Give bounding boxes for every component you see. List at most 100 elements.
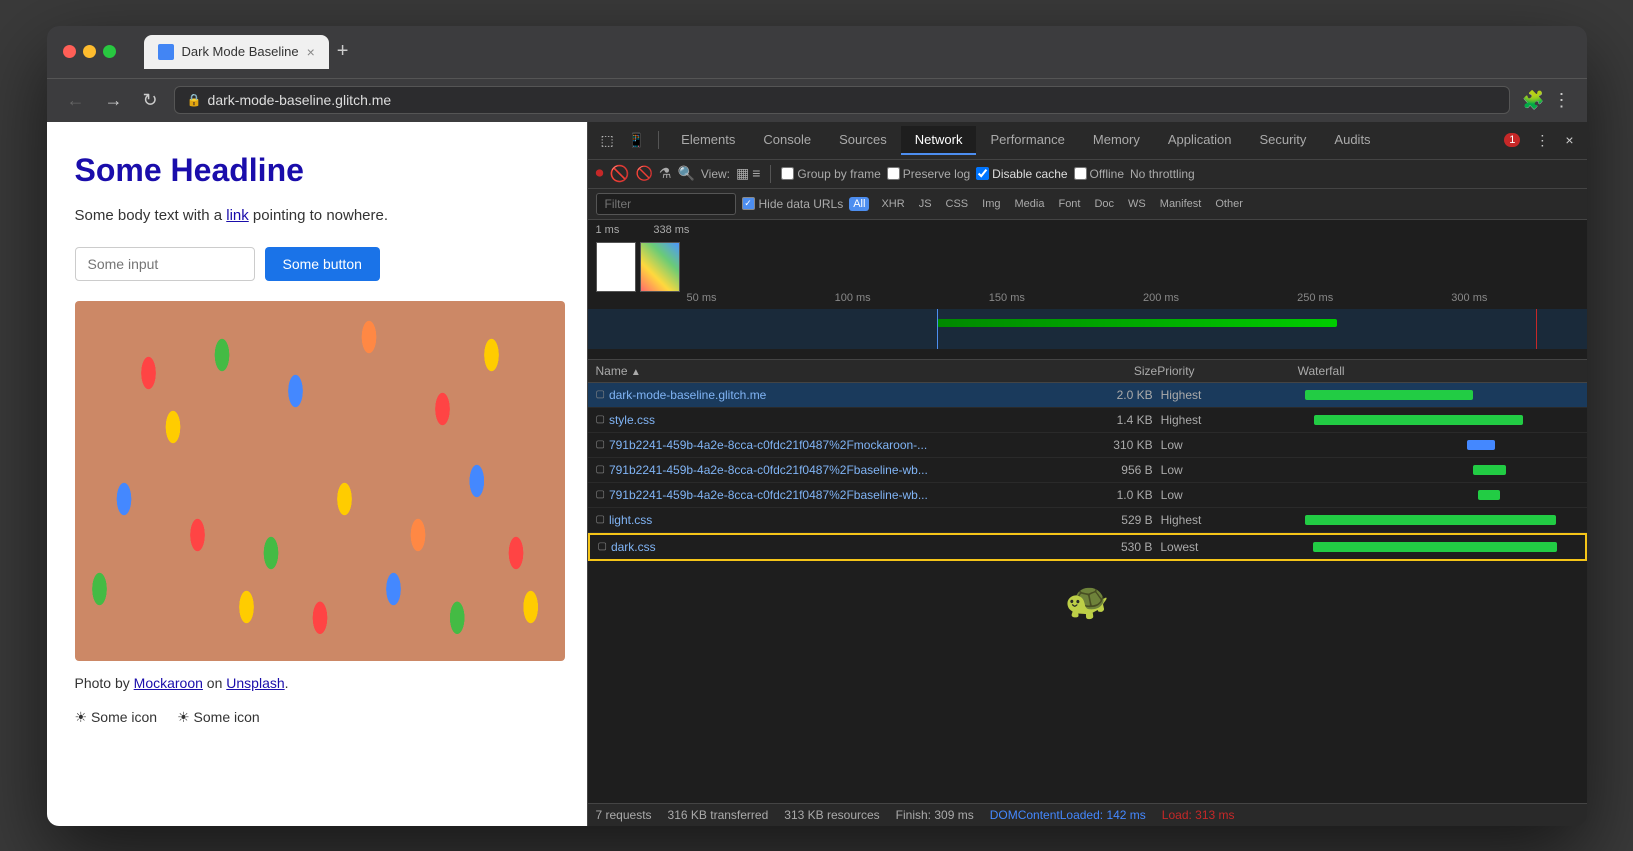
grid-view-icon[interactable]: ▦ xyxy=(736,165,749,182)
hide-data-urls-checkbox[interactable]: ✓ xyxy=(742,197,755,210)
row-waterfall-2 xyxy=(1300,436,1579,454)
table-row[interactable]: ▢ 791b2241-459b-4a2e-8cca-c0fdc21f0487%2… xyxy=(588,458,1587,483)
preserve-log-label[interactable]: Preserve log xyxy=(887,167,970,181)
tab-elements[interactable]: Elements xyxy=(667,126,749,155)
tab-console[interactable]: Console xyxy=(749,126,825,155)
col-waterfall-header[interactable]: Waterfall xyxy=(1298,364,1579,378)
photo-link-mockaroon[interactable]: Mockaroon xyxy=(134,675,203,691)
row-priority-4: Low xyxy=(1161,488,1300,502)
col-name-header[interactable]: Name ▲ xyxy=(596,364,1017,378)
table-row-highlighted[interactable]: ▢ dark.css 530 B Lowest xyxy=(588,533,1587,561)
view-label: View: xyxy=(701,167,730,181)
status-dom-loaded: DOMContentLoaded: 142 ms xyxy=(990,808,1146,822)
table-row[interactable]: ▢ 791b2241-459b-4a2e-8cca-c0fdc21f0487%2… xyxy=(588,433,1587,458)
row-waterfall-4 xyxy=(1300,486,1579,504)
stop-button[interactable]: 🚫 xyxy=(610,164,630,184)
tab-application[interactable]: Application xyxy=(1154,126,1246,155)
type-filter-js[interactable]: JS xyxy=(913,196,938,212)
icon-item-1: ☀ Some icon xyxy=(75,709,158,726)
type-filter-ws[interactable]: WS xyxy=(1122,196,1152,212)
browser-tab[interactable]: Dark Mode Baseline × xyxy=(144,35,329,69)
row-size-4: 1.0 KB xyxy=(1013,488,1160,502)
body-text-prefix: Some body text with a xyxy=(75,207,227,224)
timeline-blue-line xyxy=(937,309,938,349)
tab-performance[interactable]: Performance xyxy=(976,126,1078,155)
file-icon-5: ▢ xyxy=(596,514,605,525)
preserve-log-checkbox[interactable] xyxy=(887,167,900,180)
row-waterfall-0 xyxy=(1300,386,1579,404)
tab-network[interactable]: Network xyxy=(901,126,977,155)
devtools-close-button[interactable]: × xyxy=(1560,129,1578,151)
photo-link-unsplash[interactable]: Unsplash xyxy=(226,675,284,691)
tab-security[interactable]: Security xyxy=(1245,126,1320,155)
table-row[interactable]: ▢ light.css 529 B Highest xyxy=(588,508,1587,533)
table-row[interactable]: ▢ style.css 1.4 KB Highest xyxy=(588,408,1587,433)
type-filter-other[interactable]: Other xyxy=(1209,196,1249,212)
disable-cache-text: Disable cache xyxy=(992,167,1067,181)
filter-input[interactable] xyxy=(596,193,736,215)
waterfall-bar-3 xyxy=(1473,465,1506,475)
icon2-label: ☀ Some icon xyxy=(177,709,260,726)
devtools-inspect-icon[interactable]: ⬚ xyxy=(596,129,619,152)
back-button[interactable]: ← xyxy=(63,86,89,115)
maximize-traffic-light[interactable] xyxy=(103,45,116,58)
devtools-mobile-icon[interactable]: 📱 xyxy=(623,129,650,152)
col-size-header[interactable]: Size xyxy=(1017,364,1157,378)
icon1-label: ☀ Some icon xyxy=(75,709,158,726)
type-filter-media[interactable]: Media xyxy=(1009,196,1051,212)
close-traffic-light[interactable] xyxy=(63,45,76,58)
disable-cache-label[interactable]: Disable cache xyxy=(976,167,1067,181)
reload-button[interactable]: ↻ xyxy=(139,86,162,115)
filter-bar: ✓ Hide data URLs All XHR JS CSS Img Medi… xyxy=(588,189,1587,220)
type-filter-img[interactable]: Img xyxy=(976,196,1006,212)
filter-icon[interactable]: ⚗ xyxy=(659,165,672,182)
address-text: dark-mode-baseline.glitch.me xyxy=(208,92,392,108)
type-filter-xhr[interactable]: XHR xyxy=(875,196,910,212)
forward-button[interactable]: → xyxy=(101,86,127,115)
record-button[interactable]: ⏺ xyxy=(596,165,604,183)
error-badge: 1 xyxy=(1504,133,1520,147)
scale-100ms: 100 ms xyxy=(835,292,871,304)
address-input[interactable]: 🔒 dark-mode-baseline.glitch.me xyxy=(174,86,1510,114)
tab-sources[interactable]: Sources xyxy=(825,126,901,155)
view-icons: ▦ ≡ xyxy=(736,165,760,182)
traffic-lights xyxy=(63,45,116,58)
waterfall-bar-6 xyxy=(1313,542,1557,552)
tab-memory[interactable]: Memory xyxy=(1079,126,1154,155)
type-filter-css[interactable]: CSS xyxy=(940,196,975,212)
group-by-frame-label[interactable]: Group by frame xyxy=(781,167,880,181)
col-priority-header[interactable]: Priority xyxy=(1157,364,1297,378)
some-button[interactable]: Some button xyxy=(265,247,380,281)
file-icon-6: ▢ xyxy=(598,541,607,552)
extensions-icon[interactable]: 🧩 xyxy=(1522,90,1544,111)
devtools-more-icon[interactable]: ⋮ xyxy=(1530,129,1554,152)
all-badge[interactable]: All xyxy=(849,197,869,211)
type-filter-font[interactable]: Font xyxy=(1052,196,1086,212)
table-row[interactable]: ▢ dark-mode-baseline.glitch.me 2.0 KB Hi… xyxy=(588,383,1587,408)
status-finish: Finish: 309 ms xyxy=(896,808,974,822)
throttling-selector[interactable]: No throttling xyxy=(1130,167,1195,181)
offline-label[interactable]: Offline xyxy=(1074,167,1124,181)
scale-150ms: 150 ms xyxy=(989,292,1025,304)
group-by-frame-checkbox[interactable] xyxy=(781,167,794,180)
table-row[interactable]: ▢ 791b2241-459b-4a2e-8cca-c0fdc21f0487%2… xyxy=(588,483,1587,508)
screenshot-2[interactable] xyxy=(640,242,680,292)
turtle-area: 🐢 xyxy=(588,561,1587,641)
clear-button[interactable]: 🚫 xyxy=(635,165,652,182)
type-filter-manifest[interactable]: Manifest xyxy=(1154,196,1208,212)
body-link[interactable]: link xyxy=(226,207,249,224)
type-filter-doc[interactable]: Doc xyxy=(1088,196,1120,212)
new-tab-button[interactable]: + xyxy=(329,40,357,63)
some-input[interactable] xyxy=(75,247,255,281)
tab-audits[interactable]: Audits xyxy=(1320,126,1384,155)
icon-item-2: ☀ Some icon xyxy=(177,709,260,726)
tab-close-button[interactable]: × xyxy=(307,44,315,60)
search-icon[interactable]: 🔍 xyxy=(677,165,694,182)
offline-checkbox[interactable] xyxy=(1074,167,1087,180)
dt-separator-2 xyxy=(770,165,771,183)
disable-cache-checkbox[interactable] xyxy=(976,167,989,180)
more-menu-icon[interactable]: ⋮ xyxy=(1553,90,1571,111)
list-view-icon[interactable]: ≡ xyxy=(752,165,760,182)
screenshot-1[interactable] xyxy=(596,242,636,292)
minimize-traffic-light[interactable] xyxy=(83,45,96,58)
